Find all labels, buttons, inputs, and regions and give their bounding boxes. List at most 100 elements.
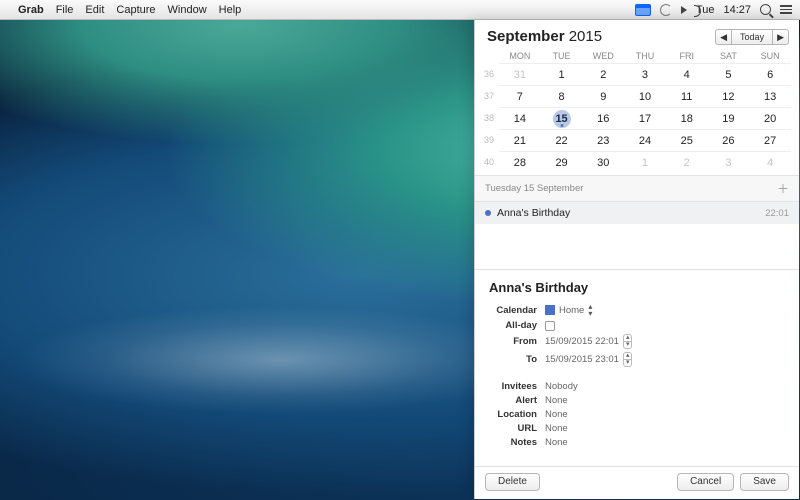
menu-window[interactable]: Window bbox=[168, 4, 207, 16]
menu-edit[interactable]: Edit bbox=[85, 4, 104, 16]
day-cell[interactable]: 19 bbox=[708, 107, 750, 129]
notification-center-icon[interactable] bbox=[780, 5, 792, 14]
calendar-panel: September 2015 ◀ Today ▶ MONTUE WEDTHU F… bbox=[474, 20, 799, 499]
event-time: 22:01 bbox=[765, 208, 789, 219]
invitees-value[interactable]: Nobody bbox=[545, 381, 578, 392]
event-title: Anna's Birthday bbox=[497, 207, 570, 219]
alert-value[interactable]: None bbox=[545, 395, 568, 406]
label-alert: Alert bbox=[489, 395, 545, 406]
notes-value[interactable]: None bbox=[545, 437, 568, 448]
day-cell[interactable]: 3 bbox=[708, 151, 750, 173]
label-from: From bbox=[489, 336, 545, 347]
to-stepper[interactable]: ▴▾ bbox=[623, 352, 633, 367]
menu-help[interactable]: Help bbox=[219, 4, 242, 16]
cancel-button[interactable]: Cancel bbox=[677, 473, 734, 491]
location-value[interactable]: None bbox=[545, 409, 568, 420]
day-cell[interactable]: 16 bbox=[582, 107, 624, 129]
day-cell[interactable]: 6 bbox=[749, 63, 791, 85]
day-cell[interactable]: 9 bbox=[582, 85, 624, 107]
day-cell[interactable]: 2 bbox=[582, 63, 624, 85]
day-cell[interactable]: 3 bbox=[624, 63, 666, 85]
week-row: 402829301234 bbox=[479, 151, 791, 173]
day-cell[interactable]: 24 bbox=[624, 129, 666, 151]
detail-footer: Delete Cancel Save bbox=[475, 466, 799, 499]
month-year-title: September 2015 bbox=[487, 28, 602, 45]
menu-capture[interactable]: Capture bbox=[116, 4, 155, 16]
day-cell[interactable]: 10 bbox=[624, 85, 666, 107]
calendar-header: September 2015 ◀ Today ▶ bbox=[475, 20, 799, 49]
day-cell[interactable]: 4 bbox=[666, 63, 708, 85]
save-button[interactable]: Save bbox=[740, 473, 789, 491]
label-location: Location bbox=[489, 409, 545, 420]
day-cell[interactable]: 28 bbox=[499, 151, 541, 173]
day-cell[interactable]: 4 bbox=[749, 151, 791, 173]
spotlight-icon[interactable] bbox=[760, 4, 771, 15]
app-menu: Grab File Edit Capture Window Help bbox=[18, 4, 241, 16]
timemachine-icon[interactable] bbox=[660, 4, 672, 16]
label-to: To bbox=[489, 354, 545, 365]
day-cell[interactable]: 26 bbox=[708, 129, 750, 151]
week-row: 3814151617181920 bbox=[479, 107, 791, 129]
day-cell[interactable]: 27 bbox=[749, 129, 791, 151]
week-number: 37 bbox=[479, 85, 499, 107]
day-cell[interactable]: 31 bbox=[499, 63, 541, 85]
week-number: 39 bbox=[479, 129, 499, 151]
month-grid: MONTUE WEDTHU FRISAT SUN 363112345637789… bbox=[475, 49, 799, 175]
day-cell[interactable]: 7 bbox=[499, 85, 541, 107]
day-cell[interactable]: 1 bbox=[541, 63, 583, 85]
allday-checkbox[interactable] bbox=[545, 321, 555, 331]
label-invitees: Invitees bbox=[489, 381, 545, 392]
label-notes: Notes bbox=[489, 437, 545, 448]
month-nav: ◀ Today ▶ bbox=[715, 29, 789, 45]
calendar-menubar-icon[interactable] bbox=[635, 4, 651, 16]
menubar: Grab File Edit Capture Window Help Tue 1… bbox=[0, 0, 800, 20]
app-name[interactable]: Grab bbox=[18, 4, 44, 16]
day-cell[interactable]: 23 bbox=[582, 129, 624, 151]
delete-button[interactable]: Delete bbox=[485, 473, 540, 491]
event-list-item[interactable]: Anna's Birthday 22:01 bbox=[475, 202, 799, 224]
day-cell[interactable]: 12 bbox=[708, 85, 750, 107]
menu-file[interactable]: File bbox=[56, 4, 74, 16]
event-detail-pane: Anna's Birthday Calendar Home▴▾ All-day … bbox=[475, 269, 799, 466]
day-cell[interactable]: 20 bbox=[749, 107, 791, 129]
day-cell[interactable]: 30 bbox=[582, 151, 624, 173]
event-color-dot bbox=[485, 210, 491, 216]
week-row: 3631123456 bbox=[479, 63, 791, 85]
day-cell[interactable]: 22 bbox=[541, 129, 583, 151]
add-event-button[interactable]: ＋ bbox=[777, 180, 789, 197]
day-cell[interactable]: 1 bbox=[624, 151, 666, 173]
day-cell[interactable]: 25 bbox=[666, 129, 708, 151]
day-cell[interactable]: 8 bbox=[541, 85, 583, 107]
day-cell[interactable]: 29 bbox=[541, 151, 583, 173]
menubar-status: Tue 14:27 bbox=[635, 4, 792, 16]
day-cell[interactable]: 21 bbox=[499, 129, 541, 151]
day-cell[interactable]: 2 bbox=[666, 151, 708, 173]
selected-date-header: Tuesday 15 September ＋ bbox=[475, 175, 799, 202]
next-month-button[interactable]: ▶ bbox=[772, 29, 789, 45]
today-button[interactable]: Today bbox=[732, 29, 772, 45]
from-stepper[interactable]: ▴▾ bbox=[623, 334, 633, 349]
calendar-select[interactable]: Home▴▾ bbox=[545, 303, 592, 317]
day-cell[interactable]: 18 bbox=[666, 107, 708, 129]
day-cell[interactable]: 5 bbox=[708, 63, 750, 85]
label-url: URL bbox=[489, 423, 545, 434]
from-datetime[interactable]: 15/09/2015 22:01 bbox=[545, 336, 619, 347]
menubar-time: 14:27 bbox=[723, 4, 751, 16]
volume-icon[interactable] bbox=[681, 6, 687, 14]
calendar-color-chip bbox=[545, 305, 555, 315]
day-cell[interactable]: 14 bbox=[499, 107, 541, 129]
label-calendar: Calendar bbox=[489, 305, 545, 316]
week-row: 3921222324252627 bbox=[479, 129, 791, 151]
detail-title: Anna's Birthday bbox=[489, 280, 785, 295]
to-datetime[interactable]: 15/09/2015 23:01 bbox=[545, 354, 619, 365]
day-cell[interactable]: 17 bbox=[624, 107, 666, 129]
day-cell[interactable]: 11 bbox=[666, 85, 708, 107]
day-cell[interactable]: 15 bbox=[541, 107, 583, 129]
selected-date-label: Tuesday 15 September bbox=[485, 183, 583, 194]
label-allday: All-day bbox=[489, 320, 545, 331]
week-row: 3778910111213 bbox=[479, 85, 791, 107]
url-value[interactable]: None bbox=[545, 423, 568, 434]
day-cell[interactable]: 13 bbox=[749, 85, 791, 107]
prev-month-button[interactable]: ◀ bbox=[715, 29, 732, 45]
week-number: 38 bbox=[479, 107, 499, 129]
